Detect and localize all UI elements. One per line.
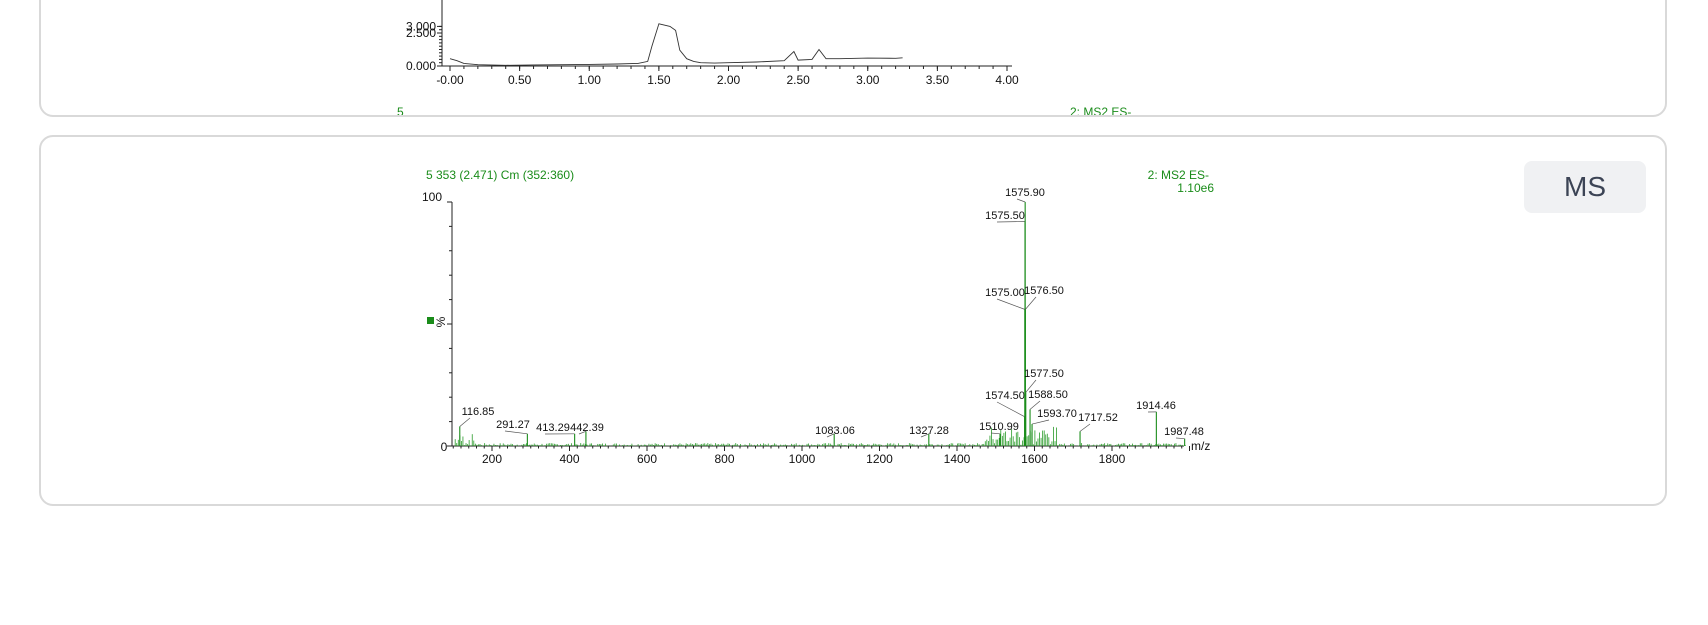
ms-peak-leader [459,417,471,427]
ms-x-axis-unit: m/z [1191,439,1210,453]
ms-peak-leader [996,401,1025,418]
ms-peak-leader [504,430,528,435]
chromatogram-panel: 3.000 2.500 0.000 -0.00 0.50 1.00 1.50 2.00 2.50… [39,0,1667,117]
chrom-x-tick-label: 0.50 [508,73,532,87]
chrom-x-tick-label: 4.00 [995,73,1019,87]
ms-x-tick-label: 1200 [866,452,893,466]
chrom-x-tick-label: 3.00 [856,73,880,87]
ms-x-tick-label: 400 [559,452,579,466]
ms-peak-label: 1575.50 [985,210,1025,222]
ms-peak-label: 1914.46 [1136,400,1176,412]
ms-header-right-2: 1.10e6 [1177,181,1214,195]
ms-peak-label: 1987.48 [1164,426,1204,438]
ms-peak-leader [1031,419,1050,425]
ms-x-tick-label: 1800 [1099,452,1126,466]
ms-spectrum-chart: 5 353 (2.471) Cm (352:360) 2: MS2 ES- 1.… [422,168,1214,466]
chrom-y-tick-label: 2.500 [406,26,436,40]
ms-x-tick-label: 600 [637,452,657,466]
ms-panel: MS 5 353 (2.471) Cm (352:360) 2: MS2 ES-… [39,135,1667,506]
ms-peak-label: 1588.50 [1028,389,1068,401]
ms-x-tick-label: 1400 [944,452,971,466]
ms-x-tick-label: 800 [714,452,734,466]
chrom-y-tick-label: 0.000 [406,59,436,73]
ms-peak-label: 1574.50 [985,390,1025,402]
ms-peak-label: 1327.28 [909,425,949,437]
ms-peak-label: 1575.00 [985,287,1025,299]
chrom-x-tick-label: 2.50 [786,73,810,87]
ms-peak-label: 413.29 [536,422,570,434]
ms-peak-label: 442.39 [570,422,604,434]
ms-x-tick-label: 1000 [789,452,816,466]
ms-peak-label: 1576.50 [1024,285,1064,297]
ms-peak-leader [1175,437,1185,440]
ms-peak-leader [1025,296,1037,310]
ms-peak-label: 1575.90 [1005,187,1045,199]
ms-header-right-1: 2: MS2 ES- [1148,168,1209,182]
chrom-x-tick-label: -0.00 [436,73,464,87]
ms-peak-leader [996,298,1025,310]
chrom-x-tick-label: 2.00 [717,73,741,87]
ms-peak-label: 1510.99 [979,421,1019,433]
chrom-x-tick-label: 3.50 [926,73,950,87]
chrom-x-tick-label: 1.50 [647,73,671,87]
ms-peak-label: 291.27 [496,419,530,431]
ms-y-tick-100: 100 [422,190,442,204]
series-marker [427,317,434,324]
ms-y-tick-0: 0 [441,440,448,454]
chromatogram-chart: 3.0002.5000.000-0.00 0.50 1.00 1.50 2.00 2.50… [397,0,1131,117]
ms-peak-leader [990,432,1001,435]
chrom-right-fragment: 2: MS2 ES- [1070,105,1131,117]
ms-peak-label: 116.85 [462,406,495,418]
ms-x-tick-label: 200 [482,452,502,466]
ms-peak-leader [1079,423,1091,432]
ms-peak-label: 1577.50 [1024,368,1064,380]
chrom-trace [449,23,903,66]
ms-peak-leader [1016,198,1026,203]
ms-peak-label: 1717.52 [1078,412,1118,424]
ms-badge[interactable]: MS [1524,161,1646,213]
ms-x-tick-label: 1600 [1021,452,1048,466]
ms-y-axis-label: % [434,316,448,327]
chrom-left-fragment: 5 [397,105,404,117]
ms-peak-label: 1083.06 [815,425,855,437]
chrom-x-tick-label: 1.00 [578,73,602,87]
ms-header-left: 5 353 (2.471) Cm (352:360) [426,168,574,182]
ms-peak-label: 1593.70 [1037,408,1077,420]
